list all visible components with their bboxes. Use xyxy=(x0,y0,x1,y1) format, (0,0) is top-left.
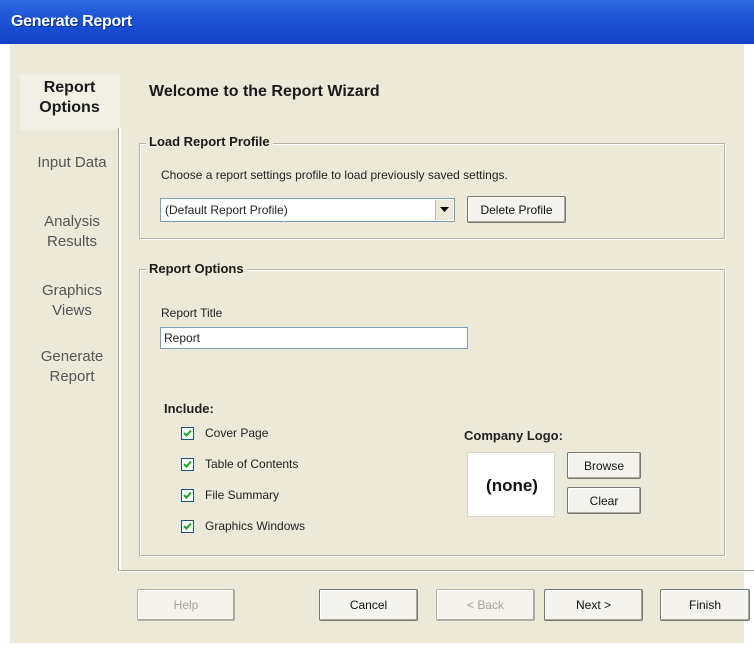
finish-button[interactable]: Finish xyxy=(660,589,750,621)
nav-item-label: Report xyxy=(49,368,95,385)
include-label: Include: xyxy=(164,401,214,416)
nav-item-label: Results xyxy=(46,233,98,250)
load-profile-description: Choose a report settings profile to load… xyxy=(161,168,508,182)
nav-item-label: Generate xyxy=(40,348,104,365)
load-profile-group xyxy=(139,143,725,239)
browse-button[interactable]: Browse xyxy=(567,452,641,479)
cancel-button[interactable]: Cancel xyxy=(319,589,418,621)
footer-divider xyxy=(118,570,754,572)
load-profile-legend: Load Report Profile xyxy=(146,134,273,149)
report-options-legend: Report Options xyxy=(146,261,247,276)
file-summary-label: File Summary xyxy=(205,488,280,502)
chevron-down-icon[interactable] xyxy=(435,200,453,220)
report-title-label: Report Title xyxy=(161,306,223,320)
company-logo-value: (none) xyxy=(486,476,538,495)
page-heading: Welcome to the Report Wizard xyxy=(149,83,380,100)
clear-button[interactable]: Clear xyxy=(567,487,641,514)
nav-item-label: Analysis xyxy=(44,213,100,230)
checkmark-icon xyxy=(183,491,192,499)
generate-report-window: Generate Report Report Options Input Dat… xyxy=(0,0,754,653)
table-of-contents-checkbox[interactable] xyxy=(181,458,194,471)
window-frame-left xyxy=(0,44,10,653)
title-bar[interactable]: Generate Report xyxy=(0,0,754,44)
next-button[interactable]: Next > xyxy=(544,589,643,621)
nav-item-label: Input Data xyxy=(37,154,107,171)
delete-profile-button[interactable]: Delete Profile xyxy=(467,196,566,223)
company-logo-preview: (none) xyxy=(467,452,555,517)
checkmark-icon xyxy=(183,522,192,530)
window-frame-bottom xyxy=(0,643,754,653)
cover-page-label: Cover Page xyxy=(205,426,269,440)
profile-select-value: (Default Report Profile) xyxy=(165,203,288,217)
nav-item-input-data[interactable]: Input Data xyxy=(24,153,120,173)
window-frame-right xyxy=(744,44,754,653)
nav-separator xyxy=(118,128,121,570)
help-button[interactable]: Help xyxy=(137,589,235,621)
nav-item-report-options[interactable]: Report Options xyxy=(20,74,120,130)
nav-item-label: Report xyxy=(43,79,96,96)
checkmark-icon xyxy=(183,429,192,437)
graphics-windows-checkbox[interactable] xyxy=(181,520,194,533)
window-title: Generate Report xyxy=(11,13,132,30)
cover-page-checkbox[interactable] xyxy=(181,427,194,440)
back-button[interactable]: < Back xyxy=(436,589,535,621)
file-summary-checkbox[interactable] xyxy=(181,489,194,502)
nav-item-label: Views xyxy=(52,302,92,319)
nav-item-analysis-results[interactable]: Analysis Results xyxy=(24,212,120,252)
graphics-windows-label: Graphics Windows xyxy=(205,519,306,533)
checkmark-icon xyxy=(183,460,192,468)
nav-item-graphics-views[interactable]: Graphics Views xyxy=(24,281,120,321)
nav-item-generate-report[interactable]: Generate Report xyxy=(24,347,120,387)
company-logo-label: Company Logo: xyxy=(464,428,563,443)
profile-select[interactable]: (Default Report Profile) xyxy=(160,198,455,222)
nav-item-label: Graphics xyxy=(41,282,103,299)
nav-item-label: Options xyxy=(39,99,100,116)
table-of-contents-label: Table of Contents xyxy=(205,457,299,471)
report-title-input[interactable] xyxy=(160,327,468,349)
